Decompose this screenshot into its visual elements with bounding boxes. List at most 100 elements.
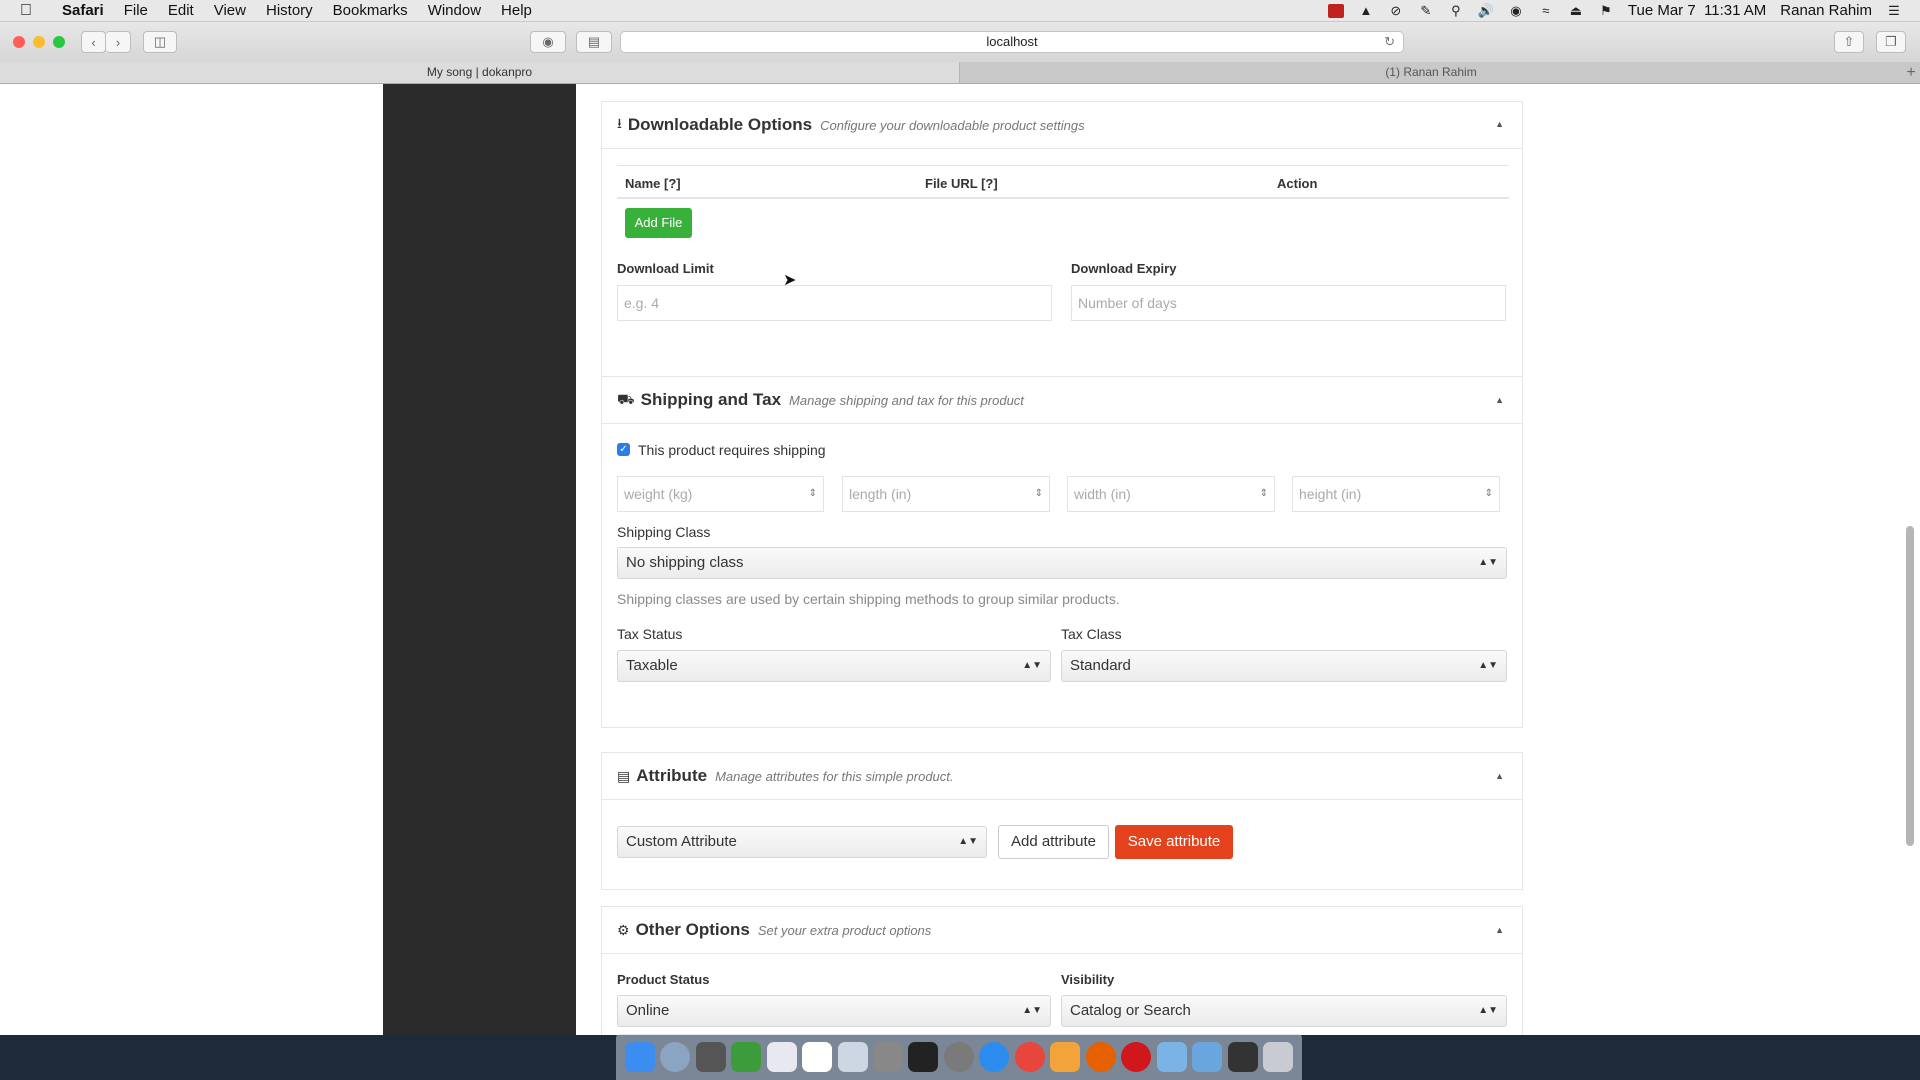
list-icon: ▤ bbox=[617, 767, 631, 784]
downloadable-options-subtitle: Configure your downloadable product sett… bbox=[820, 117, 1085, 133]
downloadable-options-panel: ⭳ Downloadable Options Configure your do… bbox=[601, 101, 1523, 379]
menu-view[interactable]: View bbox=[204, 2, 256, 19]
address-text: localhost bbox=[986, 34, 1038, 49]
menu-history[interactable]: History bbox=[256, 2, 323, 19]
attribute-title: Attribute bbox=[636, 766, 708, 785]
reload-icon[interactable]: ↻ bbox=[1384, 32, 1395, 52]
other-options-header[interactable]: ⚙ Other Options Set your extra product o… bbox=[602, 907, 1522, 954]
console-icon[interactable] bbox=[1227, 1042, 1258, 1072]
height-input[interactable]: height (in) ⇕ bbox=[1292, 476, 1500, 512]
volume-icon[interactable]: 🔊 bbox=[1478, 3, 1494, 18]
select-arrows-icon: ▲▼ bbox=[1478, 660, 1498, 671]
screenshot-extension-button[interactable]: ◉ bbox=[530, 31, 566, 53]
wifi-icon[interactable]: ≈ bbox=[1538, 3, 1554, 18]
save-attribute-button[interactable]: Save attribute bbox=[1115, 825, 1233, 859]
close-window-button[interactable] bbox=[13, 36, 25, 48]
menu-help[interactable]: Help bbox=[491, 2, 542, 19]
download-icon: ⭳ bbox=[617, 115, 622, 131]
downloadable-options-header[interactable]: ⭳ Downloadable Options Configure your do… bbox=[602, 85, 1522, 149]
column-file-url: File URL [?] bbox=[925, 176, 998, 191]
height-stepper[interactable]: ⇕ bbox=[1485, 477, 1493, 511]
downloads-folder-icon[interactable] bbox=[1192, 1042, 1223, 1072]
notes-icon[interactable] bbox=[873, 1042, 904, 1072]
menu-app-safari[interactable]: Safari bbox=[52, 2, 114, 19]
applications-folder-icon[interactable] bbox=[1156, 1042, 1187, 1072]
forward-button[interactable]: › bbox=[106, 31, 131, 53]
download-expiry-input[interactable]: Number of days bbox=[1071, 285, 1506, 321]
spotlight-search-icon[interactable]: ⚲ bbox=[1448, 3, 1464, 18]
menu-window[interactable]: Window bbox=[418, 2, 491, 19]
back-button[interactable]: ‹ bbox=[81, 31, 106, 53]
apple-menu-icon[interactable]:  bbox=[0, 2, 52, 20]
chrome-icon[interactable] bbox=[1014, 1042, 1045, 1072]
mission-control-icon[interactable] bbox=[695, 1042, 726, 1072]
browser-toolbar: ‹ › ◫ ◉ ▤ localhost ↻ ⇧ ❐ bbox=[0, 22, 1920, 62]
download-limit-label: Download Limit bbox=[617, 261, 714, 276]
collapse-caret-icon[interactable]: ▲ bbox=[1495, 119, 1504, 129]
collapse-caret-icon[interactable]: ▲ bbox=[1495, 925, 1504, 935]
sublime-icon[interactable] bbox=[1050, 1042, 1081, 1072]
itunes-icon[interactable] bbox=[766, 1042, 797, 1072]
attribute-panel: ▤ Attribute Manage attributes for this s… bbox=[601, 752, 1523, 890]
sidebar-toggle-button[interactable]: ◫ bbox=[143, 31, 177, 53]
launchpad-icon[interactable] bbox=[660, 1042, 691, 1072]
trash-icon[interactable] bbox=[1263, 1042, 1294, 1072]
page-scrollbar[interactable] bbox=[1906, 526, 1914, 846]
menubar-user[interactable]: Ranan Rahim bbox=[1780, 2, 1872, 19]
menubar-clock[interactable]: Tue Mar 7 11:31 AM bbox=[1628, 2, 1766, 19]
weight-stepper[interactable]: ⇕ bbox=[809, 477, 817, 511]
requires-shipping-checkbox[interactable]: ✓ bbox=[617, 443, 630, 456]
shipping-class-select[interactable]: No shipping class ▲▼ bbox=[617, 547, 1507, 579]
show-tabs-button[interactable]: ❐ bbox=[1876, 31, 1906, 53]
coda-icon[interactable] bbox=[731, 1042, 762, 1072]
menu-file[interactable]: File bbox=[114, 2, 158, 19]
preview-icon[interactable] bbox=[837, 1042, 868, 1072]
menu-bookmarks[interactable]: Bookmarks bbox=[323, 2, 418, 19]
safari-icon[interactable] bbox=[979, 1042, 1010, 1072]
shipping-tax-header[interactable]: ⛟ Shipping and Tax Manage shipping and t… bbox=[602, 377, 1522, 424]
width-stepper[interactable]: ⇕ bbox=[1260, 477, 1268, 511]
firefox-icon[interactable] bbox=[1085, 1042, 1116, 1072]
shipping-class-value: No shipping class bbox=[626, 554, 744, 571]
opera-icon[interactable] bbox=[1121, 1042, 1152, 1072]
system-preferences-icon[interactable] bbox=[943, 1042, 974, 1072]
add-attribute-button[interactable]: Add attribute bbox=[998, 825, 1109, 859]
add-file-button[interactable]: Add File bbox=[625, 208, 692, 238]
finder-icon[interactable] bbox=[624, 1042, 655, 1072]
terminal-icon[interactable] bbox=[908, 1042, 939, 1072]
tab-ranan-rahim[interactable]: (1) Ranan Rahim bbox=[961, 62, 1901, 83]
download-limit-input[interactable]: e.g. 4 bbox=[617, 285, 1052, 321]
attribute-header[interactable]: ▤ Attribute Manage attributes for this s… bbox=[602, 753, 1522, 800]
tax-class-select[interactable]: Standard ▲▼ bbox=[1061, 650, 1507, 682]
minimize-window-button[interactable] bbox=[33, 36, 45, 48]
app-status-icon[interactable] bbox=[1327, 3, 1344, 18]
length-stepper[interactable]: ⇕ bbox=[1035, 477, 1043, 511]
calendar-icon[interactable] bbox=[802, 1042, 833, 1072]
vpn-icon[interactable]: ◉ bbox=[1508, 3, 1524, 18]
collapse-caret-icon[interactable]: ▲ bbox=[1495, 771, 1504, 781]
product-status-select[interactable]: Online ▲▼ bbox=[617, 995, 1051, 1027]
new-tab-button[interactable]: + bbox=[1902, 62, 1920, 83]
address-bar[interactable]: localhost ↻ bbox=[620, 31, 1404, 53]
visibility-select[interactable]: Catalog or Search ▲▼ bbox=[1061, 995, 1507, 1027]
mouse-cursor-icon: ➤ bbox=[783, 272, 797, 289]
share-button[interactable]: ⇧ bbox=[1834, 31, 1864, 53]
weight-input[interactable]: weight (kg) ⇕ bbox=[617, 476, 824, 512]
tax-status-select[interactable]: Taxable ▲▼ bbox=[617, 650, 1051, 682]
reader-extension-button[interactable]: ▤ bbox=[576, 31, 612, 53]
length-input[interactable]: length (in) ⇕ bbox=[842, 476, 1050, 512]
notification-center-icon[interactable]: ☰ bbox=[1886, 3, 1902, 18]
drive-icon[interactable]: ▲ bbox=[1358, 3, 1374, 18]
collapse-caret-icon[interactable]: ▲ bbox=[1495, 395, 1504, 405]
width-input[interactable]: width (in) ⇕ bbox=[1067, 476, 1275, 512]
sync-icon[interactable]: ⊘ bbox=[1388, 3, 1404, 18]
attribute-type-value: Custom Attribute bbox=[626, 833, 737, 850]
menu-edit[interactable]: Edit bbox=[158, 2, 204, 19]
zoom-window-button[interactable] bbox=[53, 36, 65, 48]
pen-icon[interactable]: ✎ bbox=[1418, 3, 1434, 18]
eject-icon[interactable]: ⏏ bbox=[1568, 3, 1584, 18]
flag-icon[interactable]: ⚑ bbox=[1598, 3, 1614, 18]
attribute-type-select[interactable]: Custom Attribute ▲▼ bbox=[617, 826, 987, 858]
requires-shipping-label[interactable]: This product requires shipping bbox=[638, 442, 826, 458]
tab-my-song[interactable]: My song | dokanpro bbox=[0, 62, 960, 83]
